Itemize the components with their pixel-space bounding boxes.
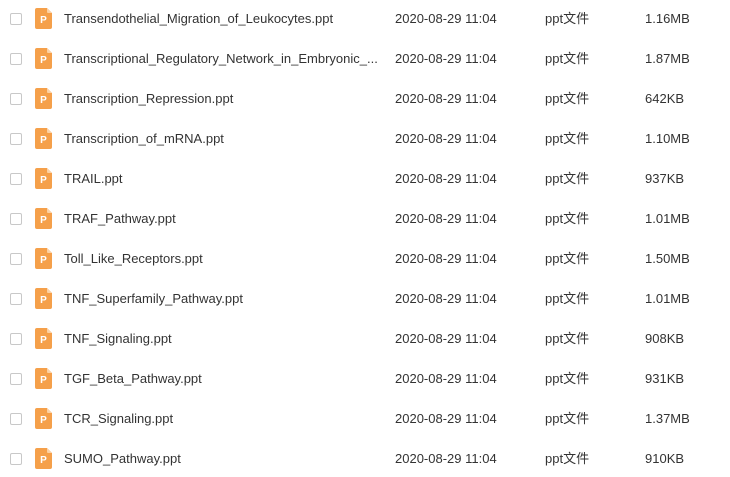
ppt-file-icon: P <box>35 368 52 389</box>
file-size: 1.16MB <box>645 11 690 26</box>
svg-text:P: P <box>40 15 47 26</box>
file-size: 908KB <box>645 331 685 346</box>
ppt-file-icon: P <box>35 88 52 109</box>
file-name[interactable]: TNF_Signaling.ppt <box>64 331 379 347</box>
file-date: 2020-08-29 11:04 <box>395 91 497 106</box>
file-size: 1.10MB <box>645 131 690 146</box>
file-name[interactable]: SUMO_Pathway.ppt <box>64 451 379 467</box>
file-row[interactable]: P TNF_Superfamily_Pathway.ppt 2020-08-29 1… <box>0 280 730 320</box>
file-date: 2020-08-29 11:04 <box>395 251 497 266</box>
file-type: ppt文件 <box>545 291 590 306</box>
file-date: 2020-08-29 11:04 <box>395 331 497 346</box>
svg-text:P: P <box>40 335 47 346</box>
file-size: 1.87MB <box>645 51 690 66</box>
file-name[interactable]: Transcription_of_mRNA.ppt <box>64 131 379 147</box>
file-date: 2020-08-29 11:04 <box>395 411 497 426</box>
file-date: 2020-08-29 11:04 <box>395 11 497 26</box>
ppt-file-icon: P <box>35 48 52 69</box>
file-name[interactable]: TRAIL.ppt <box>64 171 379 187</box>
file-size: 1.50MB <box>645 251 690 266</box>
file-type: ppt文件 <box>545 371 590 386</box>
file-row[interactable]: P TGF_Beta_Pathway.ppt 2020-08-29 11:04 ppt… <box>0 360 730 400</box>
svg-text:P: P <box>40 295 47 306</box>
file-size: 642KB <box>645 91 685 106</box>
ppt-file-icon: P <box>35 288 52 309</box>
file-name[interactable]: Transcription_Repression.ppt <box>64 91 379 107</box>
file-row[interactable]: P Toll_Like_Receptors.ppt 2020-08-29 11:04… <box>0 240 730 280</box>
file-date: 2020-08-29 11:04 <box>395 291 497 306</box>
file-type: ppt文件 <box>545 91 590 106</box>
file-size: 910KB <box>645 451 685 466</box>
file-type: ppt文件 <box>545 11 590 26</box>
file-name[interactable]: TCR_Signaling.ppt <box>64 411 379 427</box>
file-date: 2020-08-29 11:04 <box>395 131 497 146</box>
row-checkbox[interactable] <box>10 293 22 305</box>
file-size: 937KB <box>645 171 685 186</box>
row-checkbox[interactable] <box>10 253 22 265</box>
row-checkbox[interactable] <box>10 213 22 225</box>
file-row[interactable]: P Transcriptional_Regulatory_Network_in_E… <box>0 40 730 80</box>
ppt-file-icon: P <box>35 408 52 429</box>
row-checkbox[interactable] <box>10 133 22 145</box>
file-name[interactable]: TGF_Beta_Pathway.ppt <box>64 371 379 387</box>
svg-text:P: P <box>40 455 47 466</box>
file-row[interactable]: P Transcription_of_mRNA.ppt 2020-08-29 11:… <box>0 120 730 160</box>
file-size: 1.01MB <box>645 211 690 226</box>
row-checkbox[interactable] <box>10 173 22 185</box>
file-name[interactable]: Transcriptional_Regulatory_Network_in_Em… <box>64 51 379 67</box>
svg-text:P: P <box>40 95 47 106</box>
file-date: 2020-08-29 11:04 <box>395 371 497 386</box>
file-name[interactable]: Toll_Like_Receptors.ppt <box>64 251 379 267</box>
file-date: 2020-08-29 11:04 <box>395 51 497 66</box>
file-row[interactable]: P TNF_Signaling.ppt 2020-08-29 11:04 ppt文件 9… <box>0 320 730 360</box>
row-checkbox[interactable] <box>10 413 22 425</box>
file-row[interactable]: P TRAF_Pathway.ppt 2020-08-29 11:04 ppt文件 1.… <box>0 200 730 240</box>
row-checkbox[interactable] <box>10 333 22 345</box>
ppt-file-icon: P <box>35 208 52 229</box>
file-date: 2020-08-29 11:04 <box>395 171 497 186</box>
svg-text:P: P <box>40 175 47 186</box>
file-type: ppt文件 <box>545 451 590 466</box>
file-size: 1.01MB <box>645 291 690 306</box>
file-type: ppt文件 <box>545 331 590 346</box>
file-row[interactable]: P TRAIL.ppt 2020-08-29 11:04 ppt文件 937KB <box>0 160 730 200</box>
file-date: 2020-08-29 11:04 <box>395 211 497 226</box>
file-row[interactable]: P Transcription_Repression.ppt 2020-08-29 … <box>0 80 730 120</box>
svg-text:P: P <box>40 415 47 426</box>
file-name[interactable]: Transendothelial_Migration_of_Leukocytes… <box>64 11 379 27</box>
row-checkbox[interactable] <box>10 93 22 105</box>
row-checkbox[interactable] <box>10 13 22 25</box>
file-name[interactable]: TNF_Superfamily_Pathway.ppt <box>64 291 379 307</box>
ppt-file-icon: P <box>35 448 52 469</box>
svg-text:P: P <box>40 55 47 66</box>
file-list: P Transendothelial_Migration_of_Leukocyte… <box>0 0 730 477</box>
file-size: 1.37MB <box>645 411 690 426</box>
ppt-file-icon: P <box>35 248 52 269</box>
svg-text:P: P <box>40 255 47 266</box>
svg-text:P: P <box>40 215 47 226</box>
file-type: ppt文件 <box>545 51 590 66</box>
file-type: ppt文件 <box>545 211 590 226</box>
file-row[interactable]: P SUMO_Pathway.ppt 2020-08-29 11:04 ppt文件 91… <box>0 440 730 477</box>
ppt-file-icon: P <box>35 328 52 349</box>
file-type: ppt文件 <box>545 251 590 266</box>
svg-text:P: P <box>40 135 47 146</box>
file-type: ppt文件 <box>545 131 590 146</box>
ppt-file-icon: P <box>35 128 52 149</box>
file-type: ppt文件 <box>545 411 590 426</box>
file-type: ppt文件 <box>545 171 590 186</box>
file-name[interactable]: TRAF_Pathway.ppt <box>64 211 379 227</box>
row-checkbox[interactable] <box>10 373 22 385</box>
file-date: 2020-08-29 11:04 <box>395 451 497 466</box>
file-size: 931KB <box>645 371 685 386</box>
svg-text:P: P <box>40 375 47 386</box>
file-row[interactable]: P TCR_Signaling.ppt 2020-08-29 11:04 ppt文件 1… <box>0 400 730 440</box>
file-row[interactable]: P Transendothelial_Migration_of_Leukocyte… <box>0 0 730 40</box>
row-checkbox[interactable] <box>10 453 22 465</box>
row-checkbox[interactable] <box>10 53 22 65</box>
ppt-file-icon: P <box>35 168 52 189</box>
ppt-file-icon: P <box>35 8 52 29</box>
